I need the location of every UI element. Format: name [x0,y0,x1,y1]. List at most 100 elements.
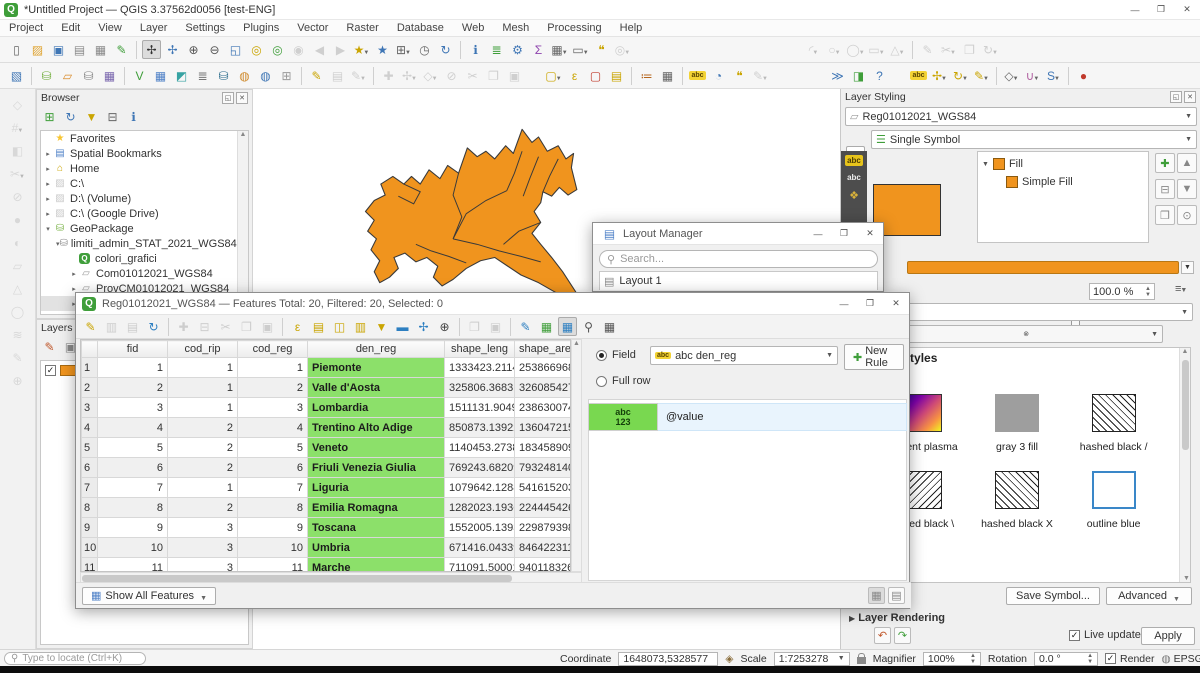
layer-visibility-checkbox[interactable]: ✓ [45,365,56,376]
new-geopackage-layer-icon[interactable]: ⛁ [37,66,56,85]
attr-minimize-button[interactable]: — [831,295,857,313]
search-widget-icon[interactable]: ⚲ [579,317,598,336]
browser-item-c[interactable]: ▸▨C:\ [41,176,248,191]
statistical-summary-icon[interactable]: ≣ [487,40,506,59]
select-by-expression2-icon[interactable]: ε [288,317,307,336]
save-edits-icon[interactable]: ▤ [123,317,142,336]
multiedit-mode-icon[interactable]: ▥ [102,317,121,336]
zoom-native-icon[interactable]: ◉ [289,40,308,59]
coordinate-input[interactable]: 1648073,5328577 [618,652,718,666]
move-selection-top-icon[interactable]: ▬ [393,317,412,336]
table-view-toggle-icon[interactable]: ▦ [868,587,885,604]
adv-digitize-tool-6-icon[interactable]: ● [8,210,27,229]
menu-database[interactable]: Database [388,21,453,35]
extents-icon[interactable]: ◈ [725,653,733,665]
scale-combo[interactable]: 1:7253278▼ [774,652,850,666]
cell-fid[interactable]: 11 [98,558,168,573]
styling-float-icon[interactable]: ◱ [1170,91,1182,103]
browser-item-spatial-bookmarks[interactable]: ▸▤Spatial Bookmarks [41,146,248,161]
style-manager-icon[interactable]: ✎ [112,40,131,59]
column-header-cod_reg[interactable]: cod_reg [238,341,308,358]
cell-shape_area[interactable]: 8464223118.1 [515,538,572,558]
reload-table-icon[interactable]: ↻ [144,317,163,336]
cell-cod_reg[interactable]: 5 [238,438,308,458]
cell-cod_reg[interactable]: 2 [238,378,308,398]
rotate-feature-icon[interactable]: ↻▼ [981,40,1000,59]
adv-digitize-tool-10-icon[interactable]: ◯ [8,302,27,321]
toggle-editing-icon[interactable]: ✎ [307,66,326,85]
browser-item-limiti-admin-stat-2021-wgs84-gpkg[interactable]: ▾⛁limiti_admin_STAT_2021_WGS84.gpkg [41,236,248,251]
masks-tab-icon[interactable]: abc [847,173,861,182]
row-number-cell[interactable]: 9 [82,518,98,538]
show-all-features-button[interactable]: ▦ Show All Features ▼ [82,587,216,605]
spinner-arrows-icon[interactable]: ▲▼ [1145,286,1151,298]
column-header-cod_rip[interactable]: cod_rip [168,341,238,358]
layer-labeling-icon[interactable]: abc [688,66,707,85]
row-number-cell[interactable]: 5 [82,438,98,458]
cell-shape_area[interactable]: 5416152035.1 [515,478,572,498]
browser-item-com01012021-wgs84[interactable]: ▸▱Com01012021_WGS84 [41,266,248,281]
tree-arrow-icon[interactable]: ▸ [43,210,53,218]
cell-shape_area[interactable]: 3260854277.1 [515,378,572,398]
new-print-layout-icon[interactable]: ▤ [70,40,89,59]
open-project-icon[interactable]: ▨ [28,40,47,59]
tree-arrow-icon[interactable]: ▸ [69,270,79,278]
format-rule-row[interactable]: abc 123 @value [588,403,907,431]
cell-shape_area[interactable]: 22444542687 [515,498,572,518]
cell-fid[interactable]: 5 [98,438,168,458]
menu-raster[interactable]: Raster [337,21,387,35]
clear-filter-icon[interactable]: ⊗ [1023,330,1029,338]
zoom-extra-icon[interactable]: ◎▼ [613,40,632,59]
cell-shape_leng[interactable]: 1079642.12886 [445,478,515,498]
save-project-icon[interactable]: ▣ [49,40,68,59]
row-number-cell[interactable]: 4 [82,418,98,438]
new-bookmark-icon[interactable]: ★▼ [352,40,371,59]
pan-to-selection-icon[interactable]: ✢ [163,40,182,59]
open-layer-styling-icon[interactable]: ✎ [40,338,59,357]
style-item-gray-3-fill[interactable]: gray 3 fill [969,394,1066,453]
lm-close-button[interactable]: ✕ [857,225,883,243]
table-row[interactable]: 7717Liguria1079642.128865416152035.1 [82,478,572,498]
table-row[interactable]: 6626Friuli Venezia Giulia769243.68209779… [82,458,572,478]
tree-arrow-icon[interactable]: ▸ [43,195,53,203]
copy-cells-icon[interactable]: ❐ [465,317,484,336]
browser-item-colori-grafici[interactable]: Qcolori_grafici [41,251,248,266]
color-dropdown-icon[interactable]: ▼ [1181,261,1194,274]
zoom-full-icon[interactable]: ◱ [226,40,245,59]
tree-arrow-icon[interactable]: ▸ [43,165,53,173]
tree-arrow-icon[interactable]: ▾ [43,225,53,233]
map-tips-2-icon[interactable]: ❝ [730,66,749,85]
duplicate-symbol-layer-button[interactable]: ❐ [1155,205,1175,225]
cut-row-icon[interactable]: ✂ [216,317,235,336]
rotation-spinbox[interactable]: 0.0 °▲▼ [1034,652,1098,666]
cell-cod_reg[interactable]: 4 [238,418,308,438]
cell-cod_rip[interactable]: 1 [168,478,238,498]
browser-item-home[interactable]: ▸⌂Home [41,161,248,176]
move-feature-icon[interactable]: ✢▼ [400,66,419,85]
attr-table-vscrollbar[interactable]: ▲ [571,339,582,572]
layout-list-item[interactable]: ▤ Layout 1 [599,271,878,290]
style-item-hashed-black-x[interactable]: hashed black X [969,471,1066,530]
cell-den_reg[interactable]: Emilia Romagna [308,498,445,518]
cell-fid[interactable]: 10 [98,538,168,558]
cell-shape_leng[interactable]: 1552005.13934 [445,518,515,538]
symbol-tree-root[interactable]: ▼ Fill [982,155,1144,173]
browser-scrollbar[interactable]: ▲ [237,131,248,314]
attr-maximize-button[interactable]: ❐ [857,295,883,313]
column-header-den_reg[interactable]: den_reg [308,341,445,358]
row-number-cell[interactable]: 3 [82,398,98,418]
cell-den_reg[interactable]: Valle d'Aosta [308,378,445,398]
live-update-checkbox[interactable]: ✓ Live update [1069,629,1141,641]
add-wfs-layer-icon[interactable]: ◍ [256,66,275,85]
menu-settings[interactable]: Settings [176,21,234,35]
adv-digitize-tool-12-icon[interactable]: ✎ [8,348,27,367]
table-row[interactable]: 8828Emilia Romagna1282023.19366224445426… [82,498,572,518]
save-symbol-button[interactable]: Save Symbol... [1006,587,1100,605]
row-number-cell[interactable]: 10 [82,538,98,558]
table-row[interactable]: 4424Trentino Alto Adige850873.1392291360… [82,418,572,438]
adv-digitize-tool-5-icon[interactable]: ⊘ [8,187,27,206]
table-row[interactable]: 5525Veneto1140453.2738518345890930 [82,438,572,458]
cell-shape_area[interactable]: 13604721571 [515,418,572,438]
tree-arrow-icon[interactable]: ▸ [43,180,53,188]
add-feature-row-icon[interactable]: ✚ [174,317,193,336]
